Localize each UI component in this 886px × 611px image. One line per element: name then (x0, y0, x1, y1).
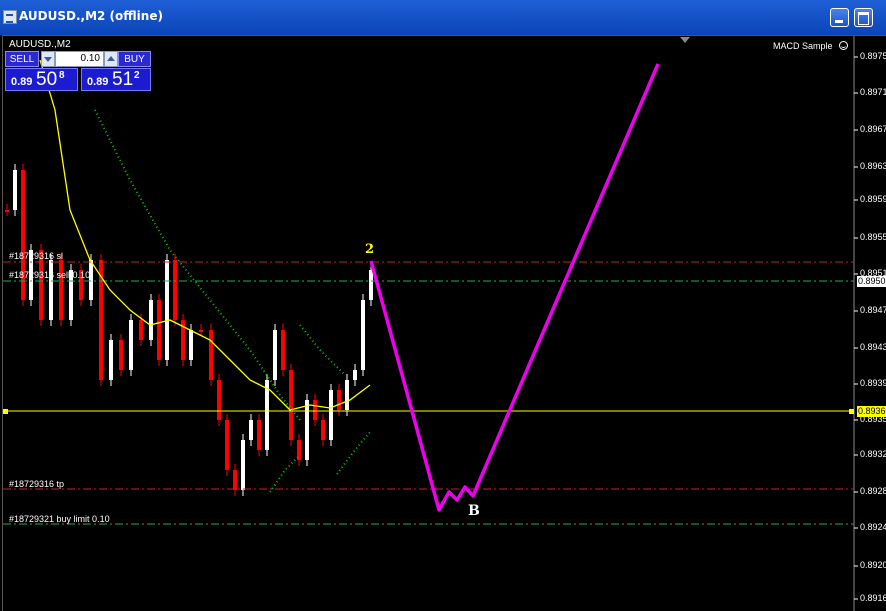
candle-body (337, 390, 341, 410)
candle-body (209, 330, 213, 380)
price-tick-label: 0.8975 (860, 51, 886, 61)
one-click-trading-panel: SELL 0.10 BUY 0.89 50 8 0.89 51 2 (5, 51, 151, 91)
candle-body (5, 210, 9, 212)
dotted-indicator-line-3 (269, 454, 301, 493)
hline-right-marker (849, 409, 854, 414)
lot-increase-icon[interactable] (104, 51, 118, 67)
hline-left-marker (3, 409, 8, 414)
buy-price-sup: 2 (134, 70, 140, 81)
price-tick-label: 0.8924 (860, 522, 886, 532)
price-tick-label: 0.8920 (860, 560, 886, 570)
candle-body (241, 440, 245, 490)
candle-body (225, 420, 229, 470)
wave-label-b: B (468, 503, 480, 519)
price-tick-label: 0.8971 (860, 87, 886, 97)
sell-price-button[interactable]: 0.89 50 8 (5, 68, 78, 91)
price-tick-label: 0.8955 (860, 232, 886, 242)
candle-body (353, 370, 357, 380)
buy-button[interactable]: BUY (118, 51, 151, 67)
dotted-indicator-line-4 (336, 431, 371, 475)
candle-body (329, 390, 333, 440)
candle-body (313, 400, 317, 420)
sell-price-prefix: 0.89 (11, 76, 33, 88)
order-sl-label: #18729316 sl (9, 251, 64, 261)
price-tick-label: 0.8916 (860, 593, 886, 603)
wave-label-2: 2 (365, 242, 375, 257)
sell-button[interactable]: SELL (5, 51, 39, 67)
price-tick-label: 0.8959 (860, 194, 886, 204)
price-tick-label: 0.8932 (860, 449, 886, 459)
candle-body (149, 300, 153, 340)
price-tick-label: 0.8939 (860, 378, 886, 388)
buy-price-button[interactable]: 0.89 51 2 (81, 68, 151, 91)
candle-body (129, 320, 133, 370)
order-tp-label: #18729316 tp (9, 479, 65, 489)
smiley-icon (839, 41, 848, 50)
candle-body (369, 270, 373, 300)
candle-body (233, 470, 237, 490)
lot-decrease-icon[interactable] (41, 51, 55, 67)
order-sell-label: #18729316 sell 0.10 (9, 270, 91, 280)
candle-body (157, 300, 161, 360)
price-tick-label: 0.8963 (860, 161, 886, 171)
candle-body (189, 330, 193, 360)
candle-body (109, 340, 113, 380)
candle-body (321, 420, 325, 440)
sell-price-sup: 8 (59, 70, 65, 81)
buy-price-big: 51 (112, 69, 134, 90)
current-price-badge: 0.8950 (857, 276, 886, 287)
candle-body (249, 420, 253, 440)
price-tick-label: 0.8947 (860, 305, 886, 315)
candle-body (49, 260, 53, 320)
projection-path (369, 63, 660, 512)
dotted-indicator-line-1 (94, 109, 301, 421)
buy-price-prefix: 0.89 (87, 76, 109, 88)
candle-body (265, 380, 269, 450)
candle-body (217, 380, 221, 420)
candle-body (119, 340, 123, 370)
order-buy-limit-label: #18729321 buy limit 0.10 (9, 514, 110, 524)
candle-body (361, 300, 365, 370)
candle-body (89, 260, 93, 300)
candle-body (305, 400, 309, 460)
candle-body (345, 380, 349, 410)
candle-body (165, 260, 169, 360)
candle-body (281, 330, 285, 370)
symbol-label: AUDUSD.,M2 (9, 39, 71, 50)
candle-body (273, 330, 277, 380)
shift-marker-icon[interactable] (680, 37, 690, 43)
candle-body (13, 170, 17, 210)
candle-body (173, 260, 177, 320)
candle-body (289, 370, 293, 440)
lot-size-input[interactable]: 0.10 (55, 51, 104, 67)
price-tick-label: 0.8967 (860, 124, 886, 134)
chart-canvas[interactable] (0, 0, 886, 611)
moving-average-line (39, 59, 371, 411)
price-tick-label: 0.8928 (860, 486, 886, 496)
candle-body (139, 320, 143, 340)
sell-price-big: 50 (36, 69, 58, 90)
candle-body (59, 260, 63, 320)
hline-price-badge: 0.8936 (857, 406, 886, 417)
candle-body (199, 330, 203, 332)
indicator-label: MACD Sample (773, 41, 833, 51)
candle-body (257, 420, 261, 450)
price-tick-label: 0.8943 (860, 342, 886, 352)
dotted-indicator-line-2 (299, 324, 346, 376)
